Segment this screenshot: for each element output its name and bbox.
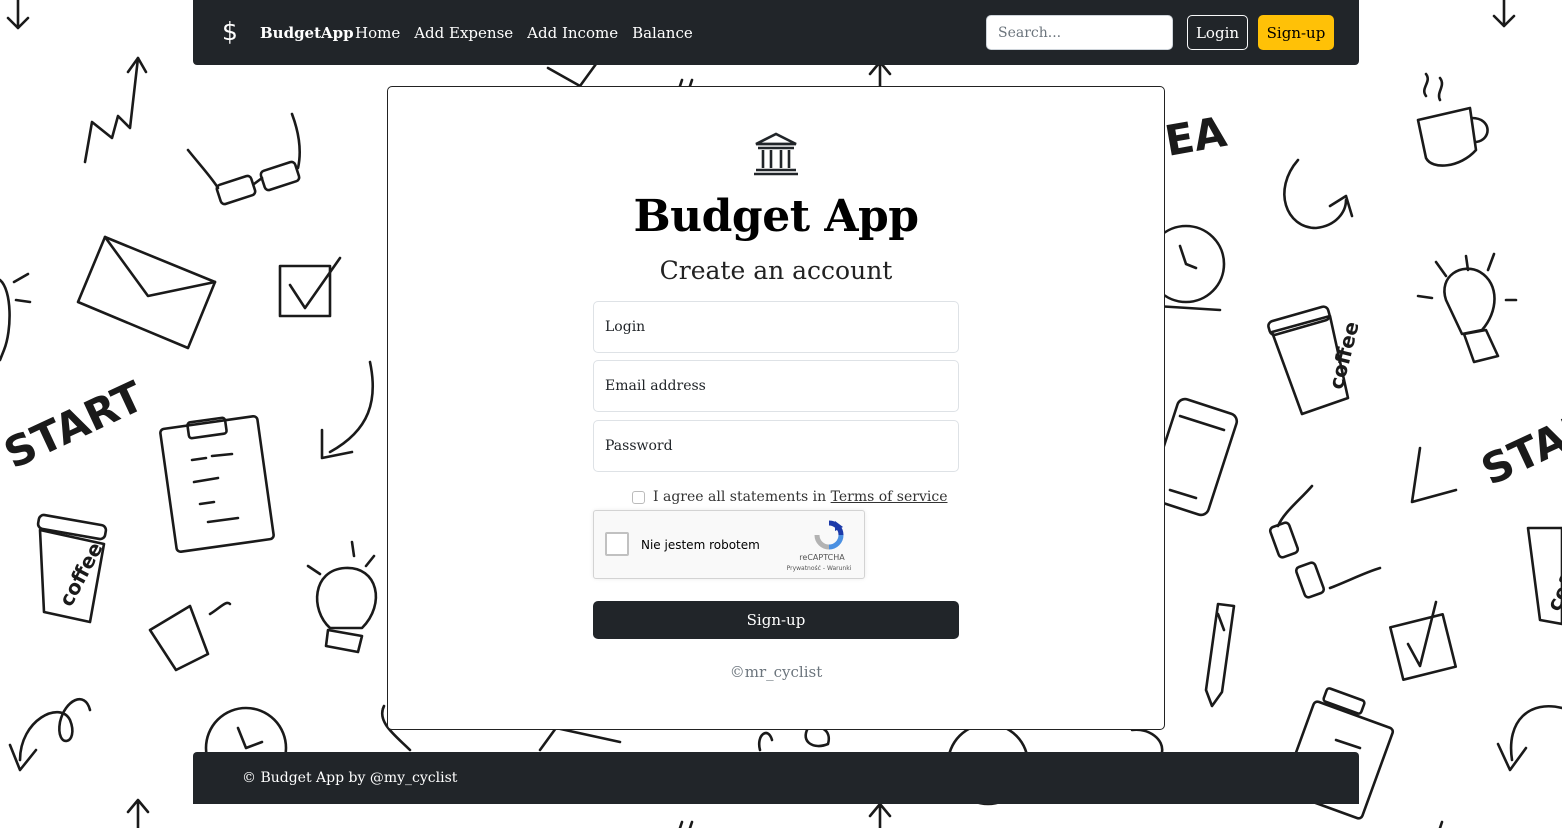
login-button[interactable]: Login bbox=[1187, 15, 1248, 50]
loop-arrow-doodle bbox=[8, 698, 92, 772]
signup-submit-button[interactable]: Sign-up bbox=[593, 601, 959, 639]
lightbulb-doodle bbox=[306, 540, 378, 654]
start-text-doodle: START bbox=[0, 372, 151, 479]
envelope-doodle bbox=[76, 235, 217, 350]
recaptcha-widget: Nie jestem robotem reCAPTCHA Prywatność … bbox=[593, 510, 865, 579]
pen-doodle bbox=[1204, 602, 1236, 708]
curl-arrow-doodle bbox=[1283, 158, 1354, 230]
recaptcha-logo-icon bbox=[814, 520, 844, 550]
coffee-cup-edge-doodle: coffee bbox=[1526, 526, 1562, 626]
checkbox-right-doodle bbox=[1388, 600, 1458, 682]
nav-links: Home Add Expense Add Income Balance bbox=[355, 23, 693, 43]
nav-link-home[interactable]: Home bbox=[355, 23, 400, 43]
coffee-cup-doodle: coffee bbox=[36, 513, 108, 624]
brand-link[interactable]: BudgetApp bbox=[260, 23, 354, 43]
footer-text: © Budget App by @my_cyclist bbox=[242, 770, 458, 786]
clipboard-doodle bbox=[159, 415, 275, 553]
app-title: Budget App bbox=[633, 191, 919, 242]
recaptcha-checkbox[interactable] bbox=[605, 532, 629, 556]
email-field[interactable] bbox=[593, 360, 959, 412]
nav-link-balance[interactable]: Balance bbox=[632, 23, 693, 43]
login-field[interactable] bbox=[593, 301, 959, 353]
svg-text:EA: EA bbox=[1161, 107, 1230, 166]
copyright-text: ©mr_cyclist bbox=[729, 663, 823, 681]
terms-of-service-link[interactable]: Terms of service bbox=[831, 489, 948, 505]
recaptcha-brand: reCAPTCHA bbox=[799, 553, 845, 562]
curved-arrow-doodle bbox=[320, 360, 374, 460]
agree-label: I agree all statements in bbox=[653, 489, 827, 505]
mug-doodle bbox=[148, 601, 232, 672]
idea-text-doodle: EA bbox=[1161, 107, 1230, 166]
terms-agreement: I agree all statements in Terms of servi… bbox=[632, 487, 947, 507]
glasses-right-doodle bbox=[1268, 484, 1382, 599]
signup-nav-button[interactable]: Sign-up bbox=[1258, 15, 1334, 50]
loop-arrow-right-doodle bbox=[1496, 705, 1562, 772]
svg-text:coffee: coffee bbox=[1324, 319, 1364, 392]
coffee-cup-right-doodle: coffee bbox=[1267, 305, 1364, 416]
lightbulb-edge-doodle bbox=[0, 272, 32, 362]
up-arrow-right-doodle bbox=[1438, 820, 1444, 828]
form-subtitle: Create an account bbox=[659, 256, 893, 285]
agree-text: I agree all statements in Terms of servi… bbox=[653, 489, 947, 505]
password-field[interactable] bbox=[593, 420, 959, 472]
glasses-doodle bbox=[186, 112, 301, 206]
lightbulb-right-doodle bbox=[1416, 252, 1518, 364]
checkbox-doodle bbox=[278, 256, 342, 318]
up-arrow-doodle bbox=[126, 798, 150, 828]
down-arrow-doodle bbox=[6, 0, 30, 30]
bank-icon bbox=[754, 132, 798, 176]
nav-link-add-expense[interactable]: Add Expense bbox=[414, 23, 513, 43]
coffee-mug-doodle bbox=[1416, 72, 1489, 167]
terms-checkbox[interactable] bbox=[632, 490, 645, 504]
down-arrow-right-doodle bbox=[1492, 0, 1516, 28]
search-input[interactable] bbox=[986, 15, 1173, 50]
zigzag-arrow-doodle bbox=[83, 56, 148, 164]
partial-doodles-top bbox=[546, 60, 892, 88]
recaptcha-terms-link[interactable]: Prywatność - Warunki bbox=[774, 565, 864, 573]
check-mark-right-doodle bbox=[1410, 446, 1458, 504]
nav-link-add-income[interactable]: Add Income bbox=[527, 23, 618, 43]
svg-text:START: START bbox=[0, 372, 151, 479]
dollar-icon[interactable]: $ bbox=[222, 17, 238, 47]
svg-text:STAR: STAR bbox=[1474, 400, 1562, 495]
start-text-right-doodle: STAR bbox=[1474, 400, 1562, 495]
svg-text:coffee: coffee bbox=[1542, 543, 1562, 615]
recaptcha-label: Nie jestem robotem bbox=[641, 538, 760, 552]
